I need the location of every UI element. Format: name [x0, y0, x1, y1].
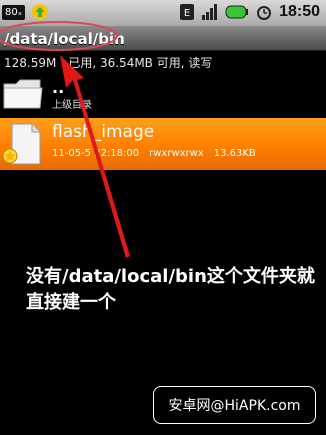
folder-icon	[2, 76, 44, 112]
svg-text:E: E	[184, 8, 190, 19]
annotation-text: 没有/data/local/bin这个文件夹就直接建一个	[26, 266, 315, 313]
clock: 18:50	[279, 3, 320, 20]
file-subtitle: 上级目录	[52, 100, 92, 111]
storage-summary: 128.59M 已用, 36.54MB 可用, 读写	[4, 56, 213, 70]
file-name: flash_image	[52, 122, 155, 142]
file-permissions: rwxrwxrwx	[149, 148, 204, 159]
status-badge: 80ₓ	[2, 4, 26, 20]
current-path: /data/local/bin	[4, 30, 125, 48]
app-notification-icon	[29, 3, 51, 21]
battery-icon	[225, 5, 249, 19]
file-size: 13.63KB	[213, 148, 256, 159]
file-date: 11-05-5 22:18:00	[52, 148, 140, 159]
file-name: ..	[52, 78, 65, 97]
watermark: 安卓网@HiAPK.com	[153, 386, 316, 424]
signal-icon: E	[179, 3, 195, 21]
list-item-selected-file[interactable]: flash_image 11-05-5 22:18:00 rwxrwxrwx 1…	[0, 118, 326, 170]
file-meta: 11-05-5 22:18:00 rwxrwxrwx 13.63KB	[52, 148, 272, 159]
alarm-icon	[255, 3, 273, 21]
path-bar[interactable]: /data/local/bin	[0, 26, 326, 51]
list-item-parent-directory[interactable]: .. 上级目录	[0, 72, 326, 116]
bars-icon	[201, 3, 219, 21]
status-bar: 80ₓ E 18:50	[0, 0, 326, 26]
file-icon	[2, 122, 46, 166]
